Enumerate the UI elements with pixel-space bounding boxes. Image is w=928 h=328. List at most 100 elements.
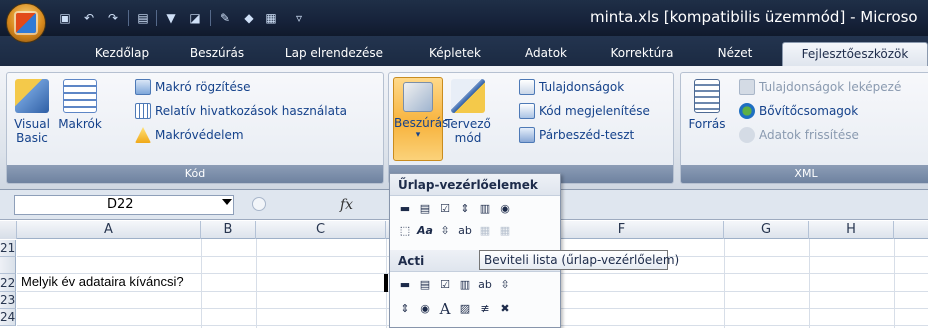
name-box[interactable]: D22: [14, 195, 234, 215]
tulajdonsagok-button[interactable]: Tulajdonságok: [519, 77, 624, 97]
row-header-23[interactable]: 23: [0, 292, 16, 309]
tab-fejlesztoeszkozok[interactable]: Fejlesztőeszközök: [782, 42, 928, 66]
design-mode-icon: [451, 79, 485, 113]
group-kod: Visual Basic Makrók Makró rögzítése Rela…: [6, 72, 384, 184]
makrovedelem-label: Makróvédelem: [155, 128, 244, 142]
column-header-b[interactable]: B: [201, 221, 256, 239]
ribbon: Visual Basic Makrók Makró rögzítése Rela…: [0, 66, 928, 190]
tab-korrektura[interactable]: Korrektúra: [600, 42, 684, 66]
column-header-h[interactable]: H: [809, 221, 894, 239]
grid-line: [724, 239, 725, 328]
filter-icon[interactable]: ▼: [162, 10, 180, 26]
tab-lap-elrendezese[interactable]: Lap elrendezése: [280, 42, 388, 66]
activex-label-icon[interactable]: A: [436, 300, 454, 318]
office-button[interactable]: [6, 3, 46, 43]
camera-icon[interactable]: ▦: [262, 10, 280, 26]
scroll-bar-control-icon[interactable]: ⇳: [436, 222, 454, 240]
properties-icon: [519, 79, 535, 95]
column-header-g[interactable]: G: [724, 221, 809, 239]
visual-basic-button[interactable]: Visual Basic: [11, 79, 53, 145]
list-box-control-icon[interactable]: ▥: [476, 200, 494, 218]
brush-icon[interactable]: ✎: [216, 10, 234, 26]
relative-ref-icon: [135, 103, 151, 119]
qat-separator: [210, 10, 211, 26]
undo-icon[interactable]: ↶: [80, 10, 98, 26]
option-button-control-icon[interactable]: ◉: [496, 200, 514, 218]
activex-toggle-button-icon[interactable]: ≢: [476, 300, 494, 318]
tools-icon: [403, 82, 433, 112]
spin-button-control-icon[interactable]: ⇕: [456, 200, 474, 218]
makro-rogzitese-label: Makró rögzítése: [155, 80, 251, 94]
adatok-frissitese-label: Adatok frissítése: [759, 128, 859, 142]
forras-label: Forrás: [688, 117, 726, 131]
makro-rogzitese-button[interactable]: Makró rögzítése: [135, 77, 250, 97]
activex-spin-button-icon[interactable]: ⇕: [396, 300, 414, 318]
tulajdonsagok-label: Tulajdonságok: [539, 80, 625, 94]
chart-icon[interactable]: ◆: [240, 10, 258, 26]
adatok-frissitese-button[interactable]: Adatok frissítése: [739, 125, 859, 145]
activex-list-box-icon[interactable]: ▥: [456, 276, 474, 294]
activex-option-button-icon[interactable]: ◉: [416, 300, 434, 318]
group-box-control-icon[interactable]: ⬚: [396, 222, 414, 240]
save-icon[interactable]: ▣: [56, 10, 74, 26]
combo-box-control-icon[interactable]: ▤: [416, 200, 434, 218]
combo-dropdown-edit-control-icon[interactable]: ▦: [496, 222, 514, 240]
form-controls-header: Űrlap-vezérlőelemek: [390, 174, 560, 196]
view-code-icon: [519, 103, 535, 119]
active-cell-border: [384, 274, 388, 292]
cell-a22[interactable]: Melyik év adataira kíváncsi?: [21, 274, 184, 289]
relativ-label: Relatív hivatkozások használata: [155, 104, 348, 118]
activex-check-box-icon[interactable]: ☑: [436, 276, 454, 294]
visual-basic-label: Visual Basic: [14, 117, 50, 145]
bovitocsomagok-label: Bővítőcsomagok: [759, 104, 859, 118]
relativ-hivatkozasok-button[interactable]: Relatív hivatkozások használata: [135, 101, 347, 121]
combo-list-edit-control-icon[interactable]: ▦: [476, 222, 494, 240]
tulajdonsagok-lekepezes-button[interactable]: Tulajdonságok leképezé: [739, 77, 901, 97]
forras-button[interactable]: Forrás: [687, 79, 727, 131]
label-control-icon[interactable]: Aa: [416, 222, 434, 240]
name-box-dropdown-icon[interactable]: [222, 199, 232, 205]
activex-button-icon[interactable]: ▬: [396, 276, 414, 294]
kod-megjelenitese-button[interactable]: Kód megjelenítése: [519, 101, 650, 121]
activex-text-box-icon[interactable]: ab: [476, 276, 494, 294]
activex-image-icon[interactable]: ▨: [456, 300, 474, 318]
activex-scroll-bar-icon[interactable]: ⇳: [496, 276, 514, 294]
tab-kepletek[interactable]: Képletek: [424, 42, 486, 66]
tab-adatok[interactable]: Adatok: [518, 42, 574, 66]
grid-line: [894, 239, 895, 328]
row-header-21[interactable]: 21: [0, 240, 16, 257]
activex-combo-box-icon[interactable]: ▤: [416, 276, 434, 294]
beszuras-dropdown-arrow-icon: ▾: [415, 130, 421, 140]
window-title: minta.xls [kompatibilis üzemmód] - Micro…: [590, 8, 918, 26]
tab-beszuras[interactable]: Beszúrás: [184, 42, 250, 66]
tab-kezdolap[interactable]: Kezdőlap: [86, 42, 158, 66]
formula-expand-icon[interactable]: [252, 197, 266, 211]
makrok-button[interactable]: Makrók: [55, 79, 105, 131]
column-header-c[interactable]: C: [256, 221, 386, 239]
activex-more-controls-icon[interactable]: ✖: [496, 300, 514, 318]
visual-basic-icon: [15, 79, 49, 113]
refresh-data-icon: [739, 127, 755, 143]
button-control-icon[interactable]: ▬: [396, 200, 414, 218]
row-header-22[interactable]: 22: [0, 274, 16, 292]
select-all-button[interactable]: [0, 221, 17, 239]
redo-icon[interactable]: ↷: [104, 10, 122, 26]
column-header-a[interactable]: A: [17, 221, 201, 239]
insert-function-button[interactable]: fx: [340, 195, 364, 215]
row-header-24[interactable]: 24: [0, 309, 16, 326]
qat-separator: [156, 10, 157, 26]
text-field-control-icon[interactable]: ab: [456, 222, 474, 240]
tab-nezet[interactable]: Nézet: [712, 42, 758, 66]
map-properties-icon: [739, 79, 755, 95]
parbeszed-teszt-button[interactable]: Párbeszéd-teszt: [519, 125, 634, 145]
beszuras-button[interactable]: Beszúrás ▾: [393, 77, 448, 161]
row-header-spacer: [0, 257, 16, 274]
makrovedelem-button[interactable]: Makróvédelem: [135, 125, 244, 145]
office-logo-icon: [16, 13, 36, 33]
bovitocsomagok-button[interactable]: Bővítőcsomagok: [739, 101, 858, 121]
tervezo-mod-button[interactable]: Tervező mód: [445, 79, 491, 145]
check-box-control-icon[interactable]: ☑: [436, 200, 454, 218]
qat-customize-icon[interactable]: ▿: [290, 10, 308, 26]
form-icon[interactable]: ▤: [134, 10, 152, 26]
sort-icon[interactable]: ◪: [186, 10, 204, 26]
